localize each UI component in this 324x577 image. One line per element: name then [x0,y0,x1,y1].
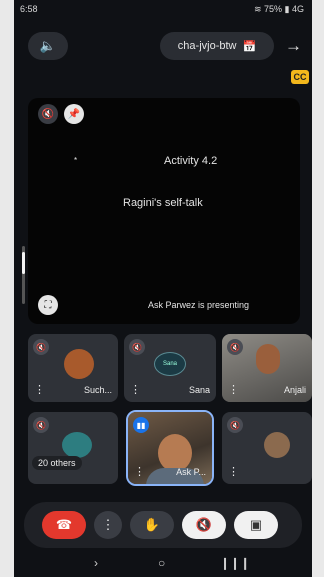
more-options-icon[interactable]: ⋮ [134,465,145,478]
camera-toggle-button[interactable]: ▣ [234,511,278,539]
more-options-icon[interactable]: ⋮ [228,465,239,478]
mic-off-icon: 🔇 [227,339,243,355]
pin-icon[interactable]: 📌 [64,104,84,124]
avatar-text: Sana [162,361,177,367]
recents-icon[interactable]: ❙❙❙ [220,556,250,570]
captions-badge[interactable]: CC [291,70,309,84]
raise-hand-button[interactable]: ✋ [130,511,174,539]
more-options-button[interactable]: ⋮ [94,511,122,539]
participant-tile[interactable]: ▮▮ ⋮ Ask P... [126,410,214,486]
back-icon[interactable]: › [94,556,98,570]
status-time: 6:58 [20,4,38,14]
scrollbar-thumb[interactable] [22,252,25,274]
presenter-label: Ask Parwez is presenting [148,300,250,310]
participant-tile[interactable]: 🔇 Sana ⋮ Sana [124,334,216,402]
meeting-code: cha-jvjo-btw [177,40,237,52]
system-nav-bar: › ○ ❙❙❙ [14,552,312,577]
more-options-icon[interactable]: ⋮ [130,383,141,396]
participant-name: Such... [83,385,112,395]
presentation-mark: * [74,156,78,165]
presentation-activity: Activity 4.2 [164,155,218,167]
mic-off-icon: 🔇 [33,417,49,433]
arrow-exit-icon[interactable]: → [285,36,302,56]
participant-tile[interactable]: 🔇 ⋮ Such... [28,334,118,402]
mic-toggle-button[interactable]: 🔇 [182,511,226,539]
avatar [62,432,92,458]
presentation-content: Ragini's self-talk [123,197,203,209]
presentation-tile[interactable]: 🔇 📌 * Activity 4.2 Ragini's self-talk ⛶ … [28,98,300,324]
participant-name: Anjali [283,385,306,395]
mic-off-icon: 🔇 [227,417,243,433]
participant-tile[interactable]: 🔇 20 others [28,412,118,484]
phone-screen: 6:58 ≋ 75% ▮ 4G 🔈 cha-jvjo-btw 📅 → CC 🔇 … [14,0,312,577]
call-controls: ☎ ⋮ ✋ 🔇 ▣ [24,502,302,548]
participant-name: Ask P... [176,467,206,477]
avatar: Sana [154,352,186,376]
home-icon[interactable]: ○ [158,556,165,570]
participant-tile[interactable]: 🔇 ⋮ [222,412,312,484]
meeting-info-button[interactable]: cha-jvjo-btw 📅 [160,32,274,60]
speaker-icon: 🔈 [39,38,57,53]
status-bar: 6:58 ≋ 75% ▮ 4G [14,0,312,18]
calendar-icon: 📅 [242,40,257,53]
participant-tile[interactable]: 🔇 ⋮ Anjali [222,334,312,402]
hand-icon: ✋ [143,517,161,532]
top-bar: 🔈 cha-jvjo-btw 📅 → [14,24,312,68]
avatar [256,344,280,374]
camera-off-icon: ▣ [249,517,263,532]
avatar [64,349,94,379]
mic-off-icon: 🔇 [33,339,49,355]
participant-name: Sana [188,385,210,395]
mic-off-icon: 🔇 [38,104,58,124]
end-call-button[interactable]: ☎ [42,511,86,539]
phone-hangup-icon: ☎ [55,517,73,532]
status-indicators: ≋ 75% ▮ 4G [253,4,304,14]
avatar [264,432,290,458]
more-options-icon[interactable]: ⋮ [34,383,45,396]
more-options-icon[interactable]: ⋮ [228,383,239,396]
speaking-icon: ▮▮ [133,417,149,433]
fullscreen-icon[interactable]: ⛶ [38,295,58,315]
more-options-icon: ⋮ [101,517,115,532]
mic-off-icon: 🔇 [129,339,145,355]
mic-off-icon: 🔇 [195,517,213,532]
audio-output-button[interactable]: 🔈 [28,32,68,60]
others-count[interactable]: 20 others [32,456,82,470]
